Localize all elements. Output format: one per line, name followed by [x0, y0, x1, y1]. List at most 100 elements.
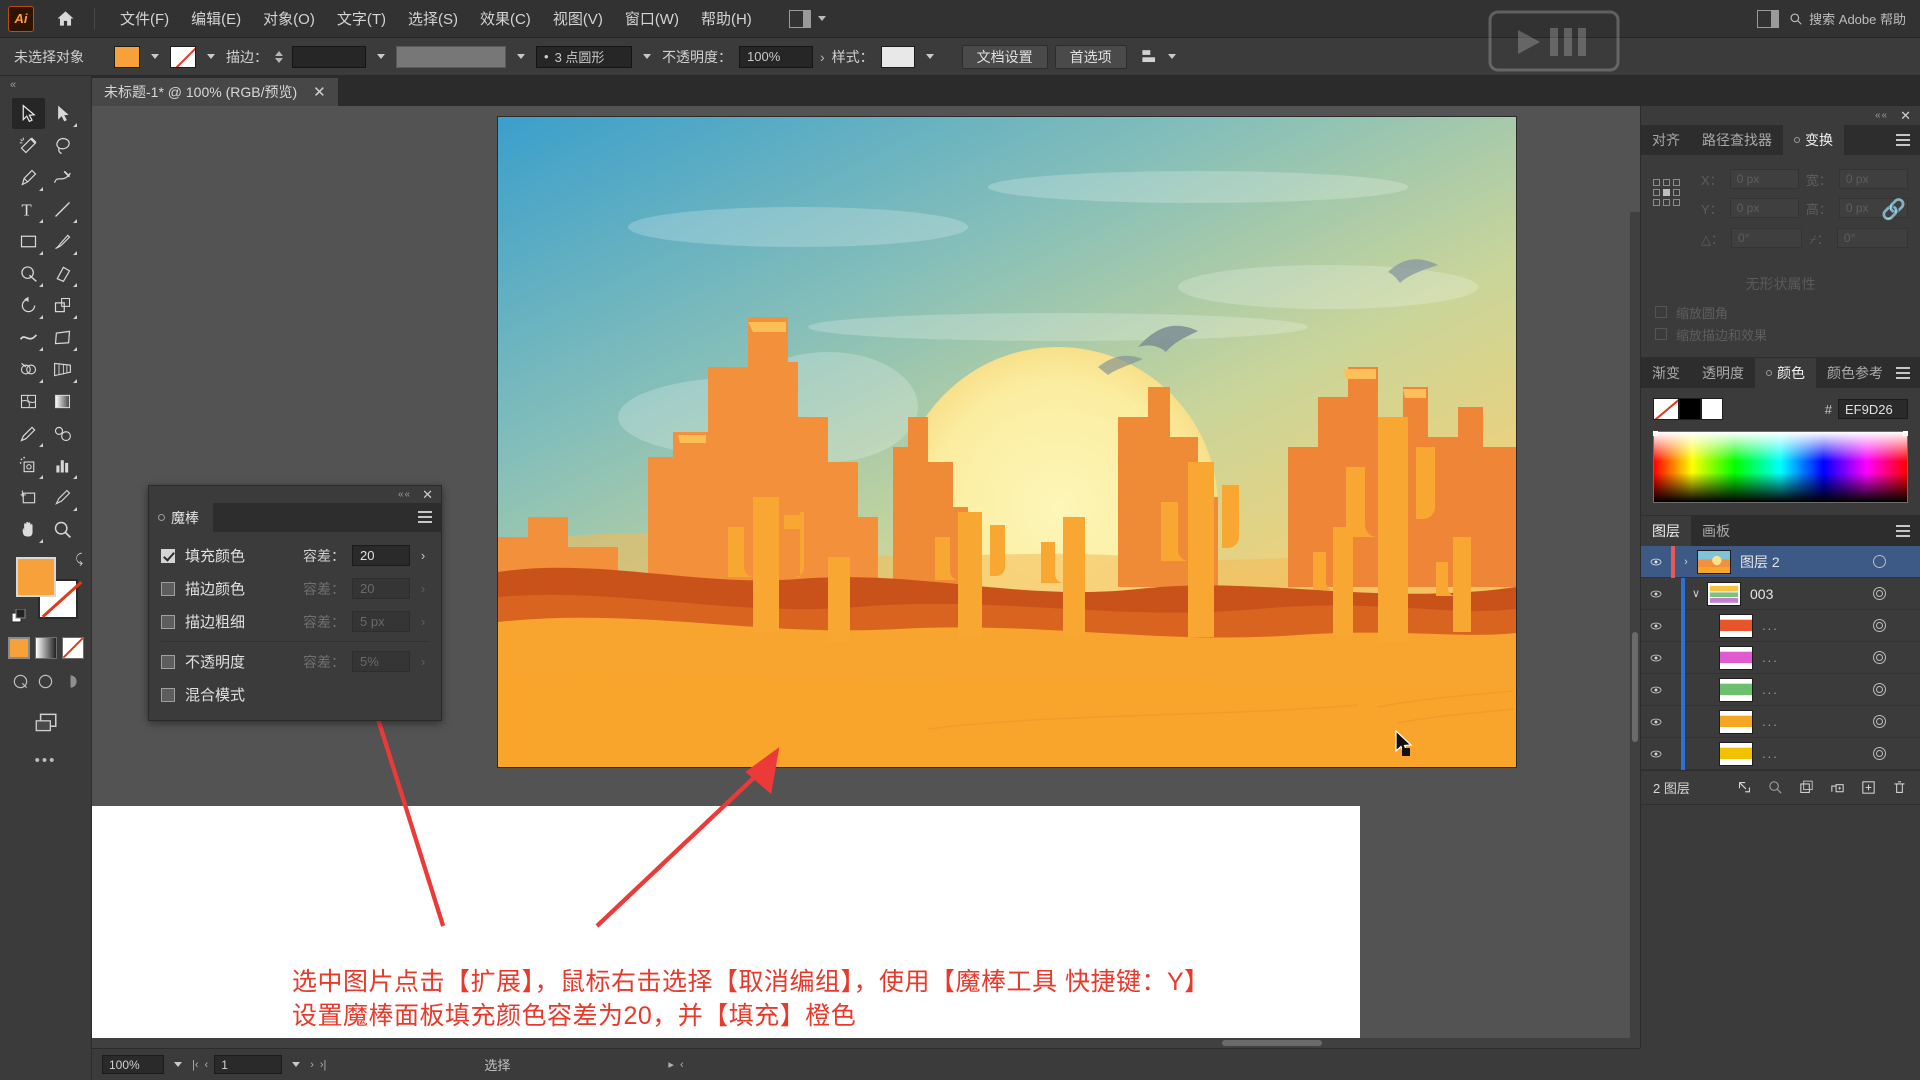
layer-row-layer2[interactable]: › 图层 2: [1641, 545, 1920, 578]
angle-input[interactable]: 0°: [1731, 228, 1803, 248]
fill-tolerance-input[interactable]: 20: [352, 545, 410, 566]
draw-normal-icon[interactable]: [10, 671, 31, 692]
sublayer-row-4[interactable]: ...: [1641, 705, 1920, 738]
reference-point-selector[interactable]: [1653, 179, 1680, 206]
magic-wand-row-stroke-color[interactable]: 描边颜色 容差： 20 ›: [149, 572, 441, 605]
stroke-weight-chevron-down-icon[interactable]: [377, 54, 385, 59]
graphic-style-swatch[interactable]: [880, 45, 915, 68]
stroke-profile-select[interactable]: [396, 45, 506, 68]
color-mode-gradient[interactable]: [34, 637, 57, 659]
vertical-scrollbar[interactable]: [1630, 212, 1640, 1038]
menu-edit[interactable]: 编辑(E): [180, 4, 252, 33]
opacity-tolerance-expand-icon[interactable]: ›: [417, 654, 429, 669]
hand-tool[interactable]: [12, 514, 45, 545]
menu-window[interactable]: 窗口(W): [614, 4, 690, 33]
page-chevron-down-icon[interactable]: [292, 1062, 301, 1067]
layer-row-003[interactable]: ∨ 003: [1641, 577, 1920, 610]
rectangle-tool[interactable]: [12, 226, 45, 257]
width-input[interactable]: 0 px: [1838, 169, 1908, 189]
artboard[interactable]: [498, 117, 1516, 767]
color-spectrum[interactable]: [1653, 431, 1908, 503]
new-sublayer-icon[interactable]: [1798, 779, 1815, 796]
shear-input[interactable]: 0°: [1836, 228, 1908, 248]
target-indicator-icon[interactable]: [1873, 715, 1886, 728]
tab-color[interactable]: 颜色: [1755, 358, 1816, 388]
stroke-weight-input[interactable]: [292, 45, 366, 68]
status-collapse-icon[interactable]: ‹: [680, 1059, 684, 1071]
panel-collapse-icon[interactable]: ««: [398, 489, 411, 500]
sublayer-name[interactable]: ...: [1762, 650, 1779, 665]
close-icon[interactable]: ✕: [1900, 108, 1911, 124]
scale-corners-checkbox[interactable]: [1655, 306, 1667, 318]
eye-icon[interactable]: [1641, 716, 1671, 728]
magic-wand-row-opacity[interactable]: 不透明度 容差： 5% ›: [149, 645, 441, 678]
panel-menu-icon[interactable]: [418, 511, 432, 526]
fill-tolerance-expand-icon[interactable]: ›: [417, 548, 429, 563]
eye-icon[interactable]: [1641, 588, 1671, 600]
menu-type[interactable]: 文字(T): [326, 4, 397, 33]
tab-layers[interactable]: 图层: [1641, 516, 1691, 546]
fill-color-box[interactable]: [16, 557, 56, 597]
eye-icon[interactable]: [1641, 748, 1671, 760]
magic-wand-tool[interactable]: [12, 130, 45, 161]
search-layers-icon[interactable]: [1767, 779, 1784, 796]
opacity-tolerance-input[interactable]: 5%: [352, 651, 410, 672]
y-input[interactable]: 0 px: [1729, 198, 1799, 218]
duplicate-icon[interactable]: [1829, 779, 1846, 796]
stroke-weight-stepper[interactable]: [275, 50, 283, 63]
tab-transform[interactable]: 变换: [1783, 125, 1844, 155]
more-options-icon[interactable]: •••: [0, 752, 91, 769]
pen-tool[interactable]: [12, 162, 45, 193]
brush-chevron-down-icon[interactable]: [643, 54, 651, 59]
toolbar-collapse-icon[interactable]: «: [0, 76, 91, 94]
close-icon[interactable]: ✕: [422, 488, 433, 501]
width-tool[interactable]: [12, 322, 45, 353]
shaper-tool[interactable]: [12, 258, 45, 289]
panel-menu-icon[interactable]: [1896, 525, 1910, 540]
blend-tool[interactable]: [46, 418, 79, 449]
white-color-swatch[interactable]: [1701, 398, 1723, 420]
magic-wand-panel[interactable]: «« ✕ 魔棒 填充颜色 容差： 20 › 描边颜色 容差： 20 › 描边粗细…: [148, 485, 442, 721]
document-setup-button[interactable]: 文档设置: [961, 44, 1048, 69]
menu-select[interactable]: 选择(S): [397, 4, 469, 33]
rotate-tool[interactable]: [12, 290, 45, 321]
brush-definition-select[interactable]: • 3 点圆形: [536, 45, 632, 68]
arrange-documents-icon[interactable]: [1757, 9, 1780, 28]
scale-strokes-checkbox[interactable]: [1655, 328, 1667, 340]
target-indicator-icon[interactable]: [1873, 651, 1886, 664]
stroke-weight-tolerance-input[interactable]: 5 px: [352, 611, 410, 632]
target-indicator-icon[interactable]: [1873, 555, 1886, 568]
stroke-chevron-down-icon[interactable]: [207, 54, 215, 59]
sublayer-row-3[interactable]: ...: [1641, 673, 1920, 706]
color-mode-fill[interactable]: [7, 637, 30, 659]
magic-wand-row-stroke-weight[interactable]: 描边粗细 容差： 5 px ›: [149, 605, 441, 638]
target-indicator-icon[interactable]: [1873, 587, 1886, 600]
sublayer-name[interactable]: ...: [1762, 682, 1779, 697]
slice-tool[interactable]: [46, 482, 79, 513]
menu-view[interactable]: 视图(V): [542, 4, 614, 33]
eraser-tool[interactable]: [46, 258, 79, 289]
zoom-tool[interactable]: [46, 514, 79, 545]
stroke-color-tolerance-input[interactable]: 20: [352, 578, 410, 599]
opacity-input[interactable]: 100%: [739, 45, 813, 68]
x-input[interactable]: 0 px: [1729, 169, 1799, 189]
fill-color-swatch[interactable]: [114, 45, 140, 68]
horizontal-scrollbar[interactable]: [92, 1038, 1640, 1048]
expand-chevron-right-icon[interactable]: ›: [1675, 556, 1697, 568]
blend-mode-checkbox[interactable]: [161, 687, 175, 702]
home-icon[interactable]: [52, 6, 78, 32]
sublayer-row-2[interactable]: ...: [1641, 641, 1920, 674]
eye-icon[interactable]: [1641, 684, 1671, 696]
sublayer-name[interactable]: ...: [1762, 618, 1779, 633]
menu-object[interactable]: 对象(O): [252, 4, 326, 33]
horizontal-scroll-thumb[interactable]: [1222, 1040, 1322, 1046]
tab-gradient[interactable]: 渐变: [1641, 358, 1691, 388]
curvature-tool[interactable]: [46, 162, 79, 193]
tab-align[interactable]: 对齐: [1641, 125, 1691, 155]
target-indicator-icon[interactable]: [1873, 683, 1886, 696]
target-indicator-icon[interactable]: [1873, 747, 1886, 760]
prev-page-icon[interactable]: ‹: [205, 1059, 209, 1071]
color-mode-none[interactable]: [61, 637, 84, 659]
shape-builder-tool[interactable]: [12, 354, 45, 385]
black-color-swatch[interactable]: [1679, 398, 1701, 420]
